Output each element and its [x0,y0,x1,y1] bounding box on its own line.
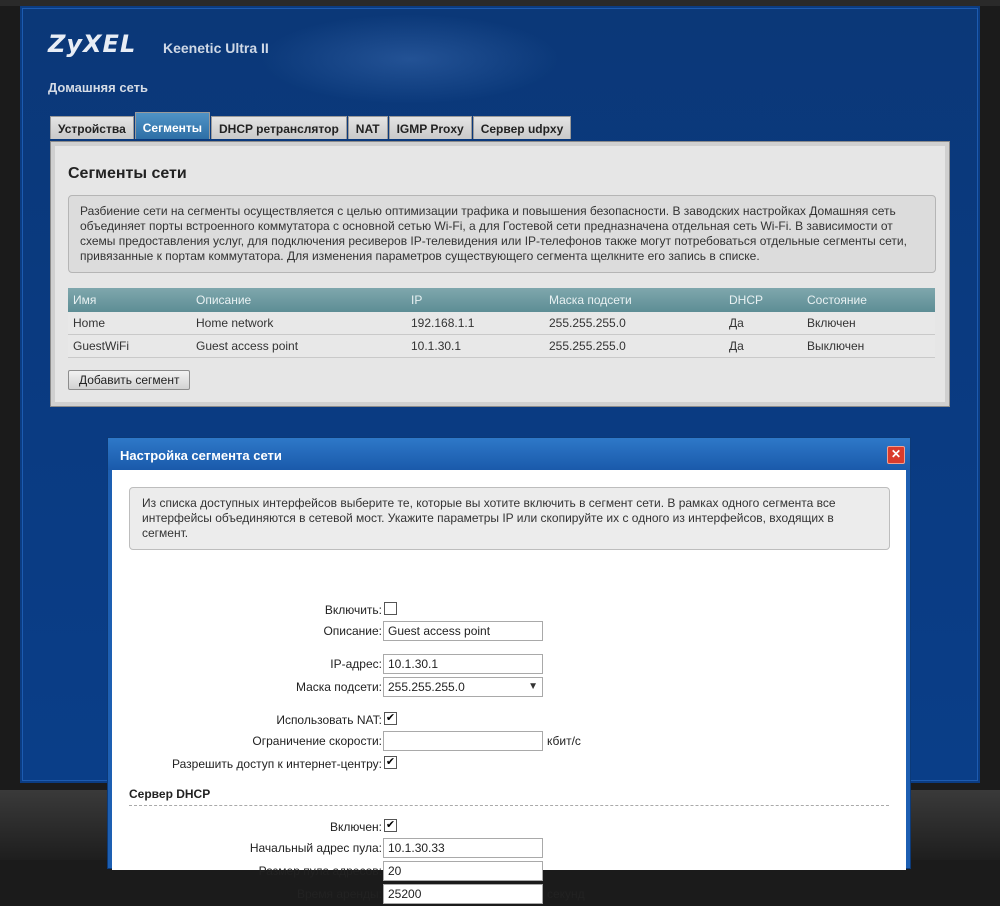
ip-address-input[interactable]: 10.1.30.1 [383,654,543,674]
zyxel-logo: ZyXEL [48,30,137,58]
column-header-name: Имя [68,288,191,312]
cell-description: Guest access point [191,334,406,358]
cell-dhcp: Да [724,312,802,335]
dialog-title: Настройка сегмента сети [120,448,282,463]
close-icon[interactable]: ✕ [887,446,905,464]
column-header-mask: Маска подсети [544,288,724,312]
lease-row: Время аренды: 25200 секунд [112,884,906,906]
cell-state: Включен [802,312,935,335]
segments-panel: Сегменты сети Разбиение сети на сегменты… [50,141,950,407]
nat-label: Использовать NAT: [276,713,382,727]
tab-udpxy[interactable]: Сервер udpxy [472,116,572,139]
cell-name: GuestWiFi [68,334,191,358]
panel-title: Сегменты сети [68,165,187,182]
cell-mask: 255.255.255.0 [544,312,724,335]
segments-info: Разбиение сети на сегменты осуществляетс… [68,195,936,273]
speed-label: Ограничение скорости: [252,734,382,748]
description-row: Описание: Guest access point [112,621,906,643]
table-row[interactable]: Home Home network 192.168.1.1 255.255.25… [68,312,935,335]
cell-dhcp: Да [724,334,802,358]
column-header-state: Состояние [802,288,935,312]
column-header-ip: IP [406,288,544,312]
pool-start-label: Начальный адрес пула: [249,841,382,855]
pool-size-input[interactable]: 20 [383,861,543,881]
dhcp-enabled-row: Включен: ✔ [112,817,906,839]
cell-mask: 255.255.255.0 [544,334,724,358]
tab-dhcp-relay[interactable]: DHCP ретранслятор [211,116,347,139]
dhcp-enabled-label: Включен: [329,820,382,834]
segments-table: Имя Описание IP Маска подсети DHCP Состо… [68,288,935,358]
lease-time-input[interactable]: 25200 [383,884,543,904]
pool-size-label: Размер пула адресов: [258,864,382,878]
page-title: Домашняя сеть [48,80,148,95]
access-checkbox[interactable]: ✔ [384,756,397,769]
chevron-down-icon: ▼ [528,681,538,692]
lease-label: Время аренды: [296,887,382,901]
cell-description: Home network [191,312,406,335]
tab-devices[interactable]: Устройства [50,116,134,139]
subnet-mask-value: 255.255.255.0 [388,680,465,694]
table-header-row: Имя Описание IP Маска подсети DHCP Состо… [68,288,935,312]
nat-checkbox[interactable]: ✔ [384,712,397,725]
table-row[interactable]: GuestWiFi Guest access point 10.1.30.1 2… [68,334,935,358]
cell-ip: 10.1.30.1 [406,334,544,358]
dialog-body: Из списка доступных интерфейсов выберите… [112,470,906,904]
tab-igmp-proxy[interactable]: IGMP Proxy [388,116,472,139]
tab-bar: Устройства Сегменты DHCP ретранслятор NA… [50,112,572,140]
description-input[interactable]: Guest access point [383,621,543,641]
column-header-dhcp: DHCP [724,288,802,312]
speed-limit-input[interactable] [383,731,543,751]
mask-row: Маска подсети: 255.255.255.0 ▼ [112,677,906,699]
column-header-description: Описание [191,288,406,312]
description-label: Описание: [323,624,382,638]
dhcp-enabled-checkbox[interactable]: ✔ [384,819,397,832]
nat-row: Использовать NAT: ✔ [112,710,906,732]
cell-ip: 192.168.1.1 [406,312,544,335]
subnet-mask-select[interactable]: 255.255.255.0 ▼ [383,677,543,697]
enable-label: Включить: [324,603,382,617]
enable-checkbox[interactable] [384,602,397,615]
dialog-info: Из списка доступных интерфейсов выберите… [129,487,890,550]
tab-segments[interactable]: Сегменты [134,112,211,139]
cell-state: Выключен [802,334,935,358]
access-row: Разрешить доступ к интернет-центру: ✔ [112,754,906,776]
enable-row: Включить: [112,600,906,622]
dialog-header: Настройка сегмента сети ✕ [108,438,910,470]
tab-nat[interactable]: NAT [347,116,388,139]
dhcp-section-header: Сервер DHCP [129,787,211,801]
divider [129,805,889,806]
pool-start-input[interactable]: 10.1.30.33 [383,838,543,858]
add-segment-button[interactable]: Добавить сегмент [68,370,191,390]
segment-settings-dialog: Настройка сегмента сети ✕ Из списка дост… [107,437,911,904]
pool-size-row: Размер пула адресов: 20 [112,861,906,883]
pool-start-row: Начальный адрес пула: 10.1.30.33 [112,838,906,860]
lease-unit: секунд [547,887,585,901]
ip-row: IP-адрес: 10.1.30.1 [112,654,906,676]
ip-label: IP-адрес: [330,657,382,671]
cell-name: Home [68,312,191,335]
speed-unit: кбит/с [547,734,581,748]
access-label: Разрешить доступ к интернет-центру: [172,757,382,771]
speed-row: Ограничение скорости: кбит/с [112,731,906,753]
mask-label: Маска подсети: [295,680,382,694]
model-name: Keenetic Ultra II [163,40,269,56]
